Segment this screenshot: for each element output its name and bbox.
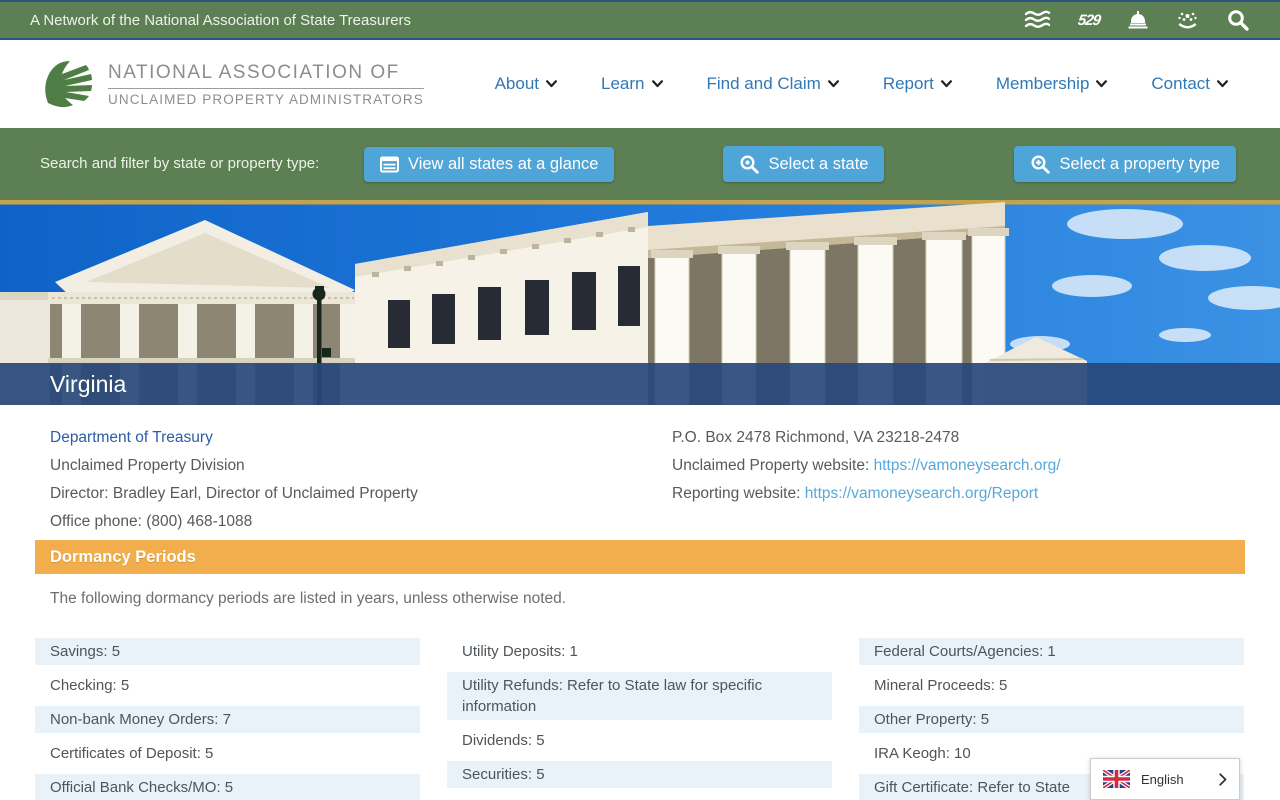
search-icon[interactable] bbox=[1226, 8, 1250, 32]
reporting-line: Reporting website: https://vamoneysearch… bbox=[672, 480, 1230, 508]
dormancy-column-2: Utility Deposits: 1 Utility Refunds: Ref… bbox=[447, 638, 832, 788]
view-all-states-label: View all states at a glance bbox=[408, 155, 598, 174]
chevron-down-icon bbox=[828, 80, 839, 88]
dormancy-item: Dividends: 5 bbox=[447, 727, 832, 754]
search-filter-bar: Search and filter by state or property t… bbox=[0, 128, 1280, 200]
department-link[interactable]: Department of Treasury bbox=[50, 429, 213, 446]
network-top-bar: A Network of the National Association of… bbox=[0, 0, 1280, 40]
dormancy-item-text: Non-bank Money Orders: 7 bbox=[50, 711, 231, 728]
dormancy-item: Utility Refunds: Refer to State law for … bbox=[447, 672, 832, 720]
dormancy-item-text: Savings: 5 bbox=[50, 643, 120, 660]
dormancy-item: Official Bank Checks/MO: 5 bbox=[35, 774, 420, 800]
division-text: Unclaimed Property Division bbox=[50, 452, 672, 480]
dormancy-item-text: Certificates of Deposit: 5 bbox=[50, 745, 213, 762]
chevron-down-icon bbox=[1096, 80, 1107, 88]
dormancy-item: Checking: 5 bbox=[35, 672, 420, 699]
nav-item[interactable]: Report bbox=[883, 74, 952, 94]
nav-item[interactable]: Learn bbox=[601, 74, 662, 94]
dormancy-subtitle: The following dormancy periods are liste… bbox=[50, 590, 1230, 608]
chevron-down-icon bbox=[546, 80, 557, 88]
dormancy-item-text: Checking: 5 bbox=[50, 677, 129, 694]
contact-section: Department of Treasury Unclaimed Propert… bbox=[0, 405, 1280, 536]
nav-item-label: Report bbox=[883, 74, 934, 94]
nav-item-label: Learn bbox=[601, 74, 644, 94]
529-icon[interactable]: 529 bbox=[1077, 12, 1101, 29]
search-dot-icon bbox=[739, 154, 759, 174]
chevron-right-icon bbox=[1219, 773, 1227, 786]
nav-item-label: Membership bbox=[996, 74, 1090, 94]
dormancy-periods-banner: Dormancy Periods bbox=[35, 540, 1245, 574]
fountain-icon[interactable] bbox=[1176, 10, 1199, 30]
dormancy-column-1: Savings: 5 Checking: 5 Non-bank Money Or… bbox=[35, 638, 420, 800]
network-text: A Network of the National Association of… bbox=[30, 12, 411, 29]
logo-line1: NATIONAL ASSOCIATION OF bbox=[108, 62, 424, 89]
chevron-down-icon bbox=[941, 80, 952, 88]
capitol-icon[interactable] bbox=[1127, 10, 1149, 30]
dormancy-item-text: IRA Keogh: 10 bbox=[874, 745, 971, 762]
dormancy-item-text: Dividends: 5 bbox=[462, 732, 545, 749]
dormancy-item: Certificates of Deposit: 5 bbox=[35, 740, 420, 767]
dormancy-item: Federal Courts/Agencies: 1 bbox=[859, 638, 1244, 665]
select-state-label: Select a state bbox=[768, 155, 868, 174]
dormancy-item: Non-bank Money Orders: 7 bbox=[35, 706, 420, 733]
select-state-button[interactable]: Select a state bbox=[723, 146, 884, 182]
nav-item-label: Contact bbox=[1151, 74, 1210, 94]
unclaimed-property-website-link[interactable]: https://vamoneysearch.org/ bbox=[874, 457, 1061, 474]
dormancy-item: Savings: 5 bbox=[35, 638, 420, 665]
naupa-logo[interactable]: NATIONAL ASSOCIATION OF UNCLAIMED PROPER… bbox=[40, 58, 424, 110]
dormancy-item: Securities: 5 bbox=[447, 761, 832, 788]
dormancy-item-text: Utility Refunds: Refer to State law for … bbox=[462, 677, 762, 715]
select-property-type-button[interactable]: Select a property type bbox=[1014, 146, 1236, 182]
website-label: Unclaimed Property website: bbox=[672, 457, 874, 474]
dormancy-item-text: Mineral Proceeds: 5 bbox=[874, 677, 1007, 694]
logo-line2: UNCLAIMED PROPERTY ADMINISTRATORS bbox=[108, 89, 424, 107]
director-text: Director: Bradley Earl, Director of Uncl… bbox=[50, 480, 672, 508]
site-header: NATIONAL ASSOCIATION OF UNCLAIMED PROPER… bbox=[0, 40, 1280, 128]
naupa-waves-icon[interactable] bbox=[1024, 10, 1051, 30]
language-selector[interactable]: English bbox=[1090, 758, 1240, 800]
table-list-icon bbox=[380, 156, 399, 173]
hero-image: Virginia bbox=[0, 200, 1280, 405]
filter-label: Search and filter by state or property t… bbox=[40, 154, 340, 174]
dormancy-item: Utility Deposits: 1 bbox=[447, 638, 832, 665]
nav-item[interactable]: About bbox=[495, 74, 557, 94]
dormancy-item-text: Other Property: 5 bbox=[874, 711, 989, 728]
view-all-states-button[interactable]: View all states at a glance bbox=[364, 147, 614, 182]
website-line: Unclaimed Property website: https://vamo… bbox=[672, 452, 1230, 480]
state-title: Virginia bbox=[50, 371, 126, 398]
dormancy-item-text: Securities: 5 bbox=[462, 766, 545, 783]
uk-flag-icon bbox=[1103, 770, 1130, 788]
nav-item[interactable]: Membership bbox=[996, 74, 1108, 94]
dormancy-item-text: Official Bank Checks/MO: 5 bbox=[50, 779, 233, 796]
dormancy-item-text: Utility Deposits: 1 bbox=[462, 643, 578, 660]
chevron-down-icon bbox=[652, 80, 663, 88]
contact-right-column: P.O. Box 2478 Richmond, VA 23218-2478 Un… bbox=[672, 424, 1230, 536]
contact-left-column: Department of Treasury Unclaimed Propert… bbox=[50, 424, 672, 536]
search-plus-icon bbox=[1030, 154, 1050, 174]
reporting-website-link[interactable]: https://vamoneysearch.org/Report bbox=[805, 485, 1038, 502]
dormancy-periods-title: Dormancy Periods bbox=[50, 548, 196, 567]
dormancy-item: Mineral Proceeds: 5 bbox=[859, 672, 1244, 699]
nav-item[interactable]: Find and Claim bbox=[707, 74, 839, 94]
reporting-label: Reporting website: bbox=[672, 485, 805, 502]
dormancy-item: Other Property: 5 bbox=[859, 706, 1244, 733]
dormancy-grid: Savings: 5 Checking: 5 Non-bank Money Or… bbox=[35, 638, 1245, 800]
address-text: P.O. Box 2478 Richmond, VA 23218-2478 bbox=[672, 424, 1230, 452]
nav-item-label: About bbox=[495, 74, 539, 94]
language-label: English bbox=[1141, 772, 1184, 787]
select-property-type-label: Select a property type bbox=[1059, 155, 1220, 174]
chevron-down-icon bbox=[1217, 80, 1228, 88]
naupa-logo-icon bbox=[40, 58, 94, 110]
nav-item-label: Find and Claim bbox=[707, 74, 821, 94]
office-phone-text: Office phone: (800) 468-1088 bbox=[50, 508, 672, 536]
state-title-bar: Virginia bbox=[0, 363, 1280, 405]
dormancy-item-text: Federal Courts/Agencies: 1 bbox=[874, 643, 1056, 660]
dormancy-item-text: Gift Certificate: Refer to State bbox=[874, 779, 1070, 796]
topbar-icon-links: 529 bbox=[1024, 8, 1250, 32]
main-nav: About Learn Find and Claim Repor bbox=[495, 74, 1240, 94]
nav-item[interactable]: Contact bbox=[1151, 74, 1228, 94]
naupa-logo-text: NATIONAL ASSOCIATION OF UNCLAIMED PROPER… bbox=[108, 62, 424, 107]
